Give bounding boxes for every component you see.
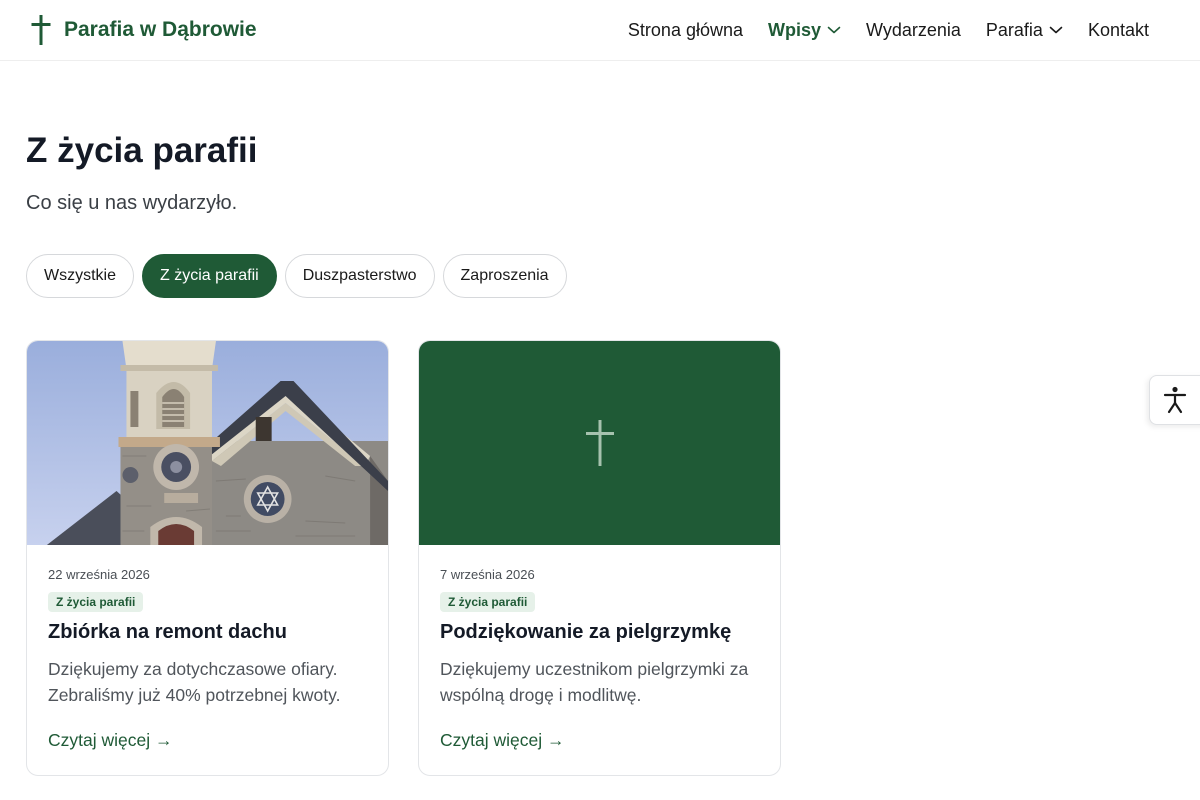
- post-category-badge[interactable]: Z życia parafii: [48, 592, 144, 612]
- filter-invitations[interactable]: Zaproszenia: [442, 254, 567, 298]
- post-excerpt: Dziękujemy uczestnikom pielgrzymki za ws…: [440, 659, 749, 705]
- post-date: 22 września 2026: [48, 567, 150, 582]
- chevron-down-icon: [1049, 26, 1063, 34]
- post-card-body: 22 września 2026 Z życia parafii Zbiórka…: [48, 567, 372, 708]
- filter-pastoral[interactable]: Duszpasterstwo: [284, 254, 435, 298]
- filter-all[interactable]: Wszystkie: [26, 254, 134, 298]
- nav-item-posts[interactable]: Wpisy: [768, 20, 841, 41]
- nav-item-parish[interactable]: Parafia: [986, 20, 1063, 41]
- post-excerpt: Dziękujemy za dotychczasowe ofiary. Zebr…: [48, 659, 341, 705]
- cross-icon: [586, 420, 614, 466]
- site-header: Parafia w Dąbrowie Strona główna Wpisy W…: [0, 0, 1200, 61]
- filter-parish-life[interactable]: Z życia parafii: [142, 254, 277, 298]
- cross-icon: [31, 15, 51, 45]
- accessibility-icon: [1163, 386, 1187, 414]
- category-filters: Wszystkie Z życia parafii Duszpasterstwo…: [26, 254, 575, 298]
- post-placeholder-image[interactable]: [419, 341, 780, 545]
- page-title: Z życia parafii: [26, 131, 258, 170]
- post-date: 7 września 2026: [440, 567, 535, 582]
- nav-item-label: Strona główna: [627, 19, 743, 40]
- brand-name: Parafia w Dąbrowie: [64, 18, 257, 41]
- post-card-body: 7 września 2026 Z życia parafii Podzięko…: [440, 567, 764, 708]
- page-subtitle: Co się u nas wydarzyło.: [26, 192, 238, 214]
- nav-item-label: Kontakt: [1087, 19, 1149, 40]
- nav-item-contact[interactable]: Kontakt: [1088, 20, 1149, 41]
- post-card: 22 września 2026 Z życia parafii Zbiórka…: [26, 340, 389, 776]
- read-more-link[interactable]: Czytaj więcej →: [48, 730, 172, 751]
- brand-logo-link[interactable]: Parafia w Dąbrowie: [30, 14, 257, 46]
- post-card: 7 września 2026 Z życia parafii Podzięko…: [418, 340, 781, 776]
- nav-item-events[interactable]: Wydarzenia: [866, 20, 961, 41]
- accessibility-button[interactable]: [1149, 375, 1200, 425]
- nav-item-label: Wydarzenia: [866, 19, 961, 40]
- main-navigation: Strona główna Wpisy Wydarzenia Parafia K…: [628, 0, 1149, 60]
- post-category-badge[interactable]: Z życia parafii: [440, 592, 536, 612]
- church-photo[interactable]: [27, 341, 388, 545]
- read-more-link[interactable]: Czytaj więcej →: [440, 730, 564, 751]
- post-title[interactable]: Zbiórka na remont dachu: [48, 621, 372, 644]
- chevron-down-icon: [827, 26, 841, 34]
- post-title[interactable]: Podziękowanie za pielgrzymkę: [440, 621, 764, 644]
- nav-item-label: Wpisy: [768, 19, 822, 40]
- nav-item-label: Parafia: [985, 19, 1043, 40]
- nav-item-home[interactable]: Strona główna: [628, 20, 743, 41]
